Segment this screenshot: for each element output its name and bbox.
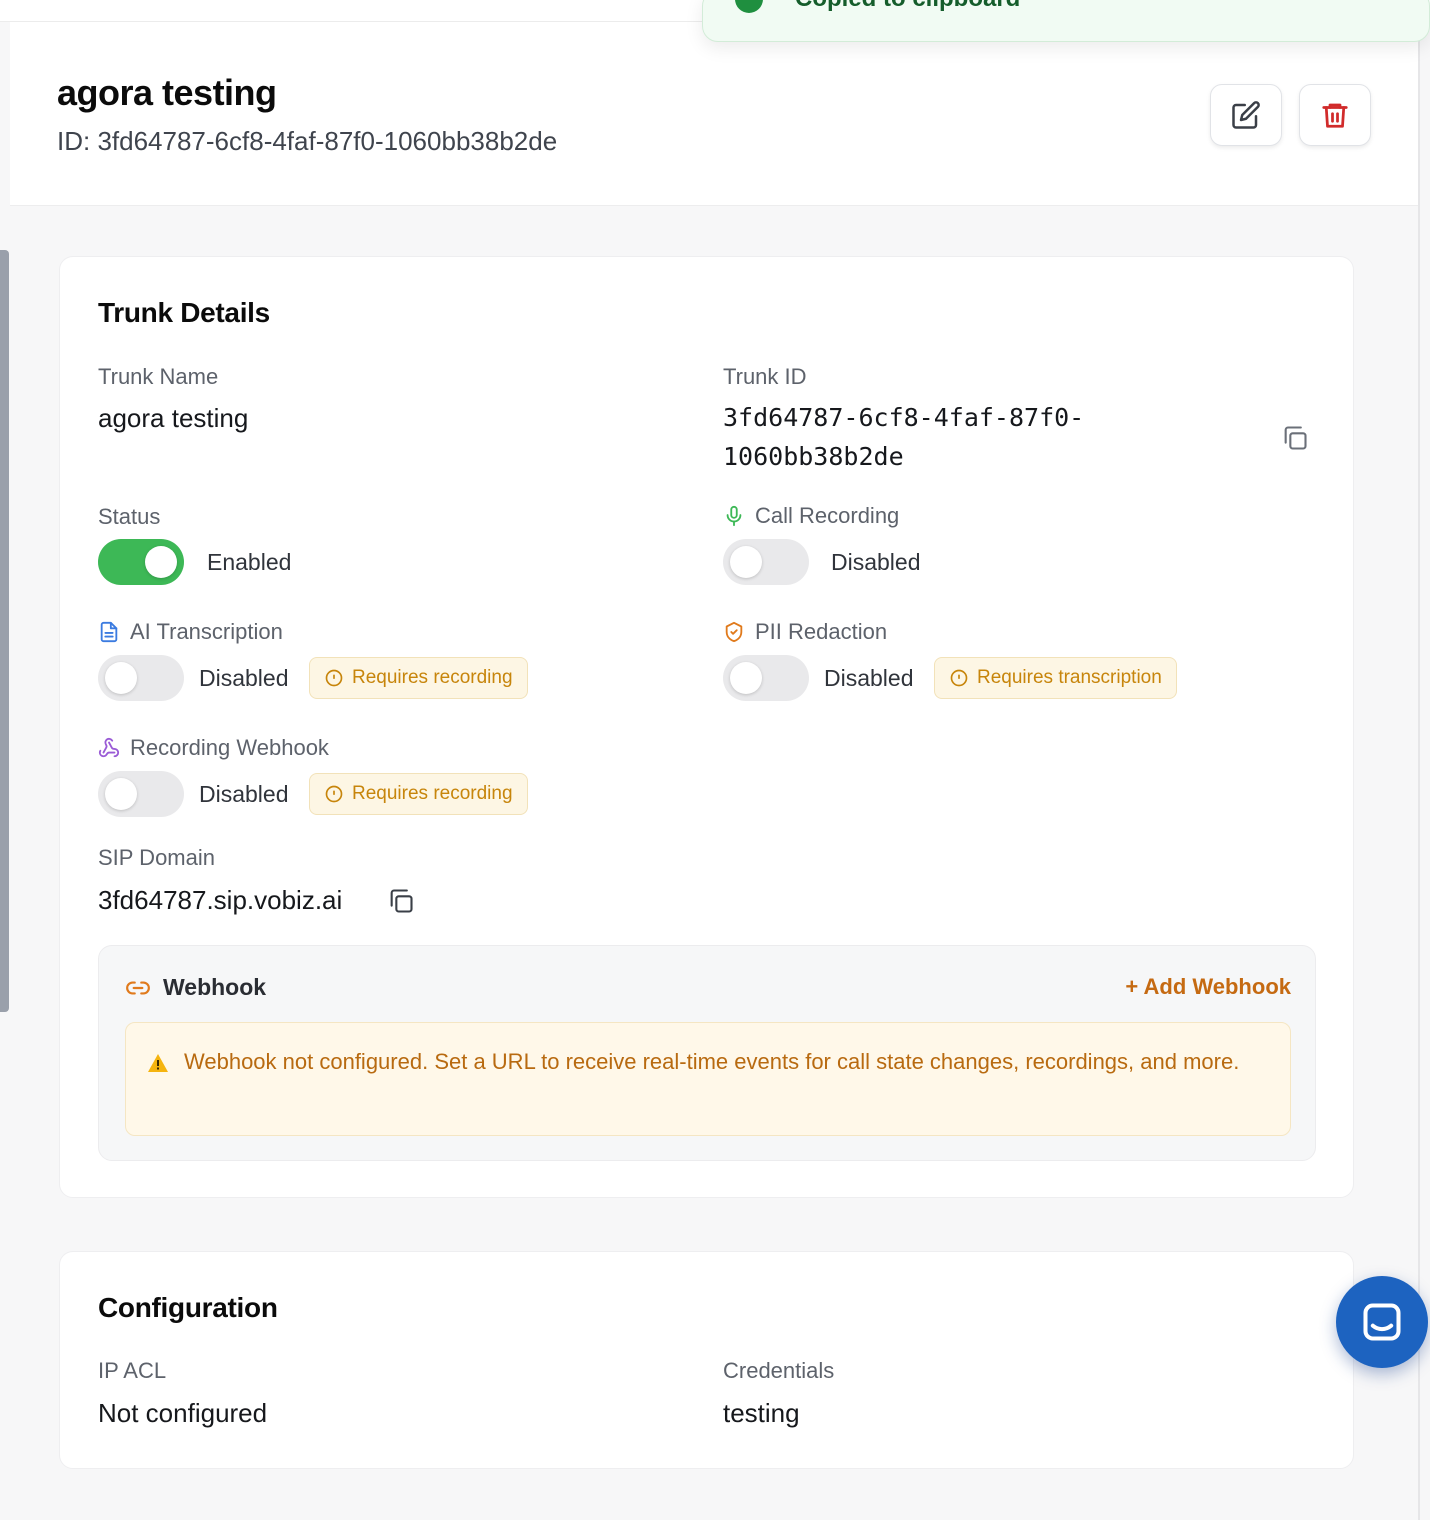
credentials-label: Credentials — [723, 1358, 834, 1384]
trunk-id-value: 3fd64787-6cf8-4faf-87f0- 1060bb38b2de — [723, 398, 1084, 476]
pii-redaction-label-text: PII Redaction — [755, 619, 888, 644]
card-title: Configuration — [98, 1292, 278, 1323]
requires-recording-badge: Requires recording — [309, 773, 528, 815]
page-title: agora testing — [57, 72, 277, 113]
webhook-warning-text: Webhook not configured. Set a URL to rec… — [184, 1049, 1240, 1074]
toggle-knob — [145, 546, 177, 578]
toast-notification: Copied to clipboard — [702, 0, 1430, 42]
call-recording-label: Call Recording — [723, 503, 899, 529]
ai-transcription-state: Disabled — [199, 665, 289, 691]
warning-triangle-icon — [148, 1054, 168, 1072]
copy-icon[interactable] — [387, 887, 415, 915]
call-recording-state: Disabled — [831, 549, 921, 575]
edit-button[interactable] — [1210, 84, 1282, 146]
success-check-icon — [735, 0, 763, 13]
webhook-warning: Webhook not configured. Set a URL to rec… — [125, 1022, 1291, 1136]
trash-icon — [1322, 103, 1348, 128]
pencil-square-icon — [1232, 101, 1260, 129]
trunk-id-label-text: Trunk ID — [723, 364, 807, 389]
ai-transcription-toggle[interactable] — [98, 655, 184, 701]
shield-icon — [725, 621, 743, 643]
toast-text: Copied to clipboard — [795, 0, 1020, 13]
call-recording-label-text: Call Recording — [755, 503, 900, 528]
ip-acl-label: IP ACL — [98, 1358, 166, 1384]
page-id: ID: 3fd64787-6cf8-4faf-87f0-1060bb38b2de — [57, 126, 558, 156]
trunk-name-value: agora testing — [98, 403, 249, 433]
toggle-knob — [730, 662, 762, 694]
toggle-knob — [105, 662, 137, 694]
info-icon — [950, 669, 968, 687]
requires-transcription-badge: Requires transcription — [934, 657, 1177, 699]
status-toggle[interactable] — [98, 539, 184, 585]
call-recording-toggle[interactable] — [723, 539, 809, 585]
trunk-details-card: Trunk Details Trunk Name agora testing T… — [59, 256, 1354, 1198]
trunk-id-line-1: 3fd64787-6cf8-4faf-87f0- — [723, 403, 1085, 432]
webhook-icon — [98, 737, 120, 758]
sidebar-scrollbar[interactable] — [0, 250, 9, 1012]
trunk-name-label: Trunk Name — [98, 364, 218, 390]
credentials-value: testing — [723, 1398, 800, 1428]
sip-domain-label-text: SIP Domain — [98, 845, 215, 870]
recording-webhook-state: Disabled — [199, 781, 289, 807]
toggle-knob — [730, 546, 762, 578]
sip-domain-value: 3fd64787.sip.vobiz.ai — [98, 885, 343, 915]
delete-button[interactable] — [1299, 84, 1371, 146]
info-icon — [325, 669, 343, 687]
trunk-id-line-2: 1060bb38b2de — [723, 442, 904, 471]
ai-transcription-label-text: AI Transcription — [130, 619, 283, 644]
webhook-section: Webhook + Add Webhook Webhook not config… — [98, 945, 1316, 1161]
badge-text: Requires recording — [352, 667, 513, 688]
badge-text: Requires recording — [352, 783, 513, 804]
pii-redaction-label: PII Redaction — [723, 619, 887, 645]
copy-icon[interactable] — [1281, 424, 1309, 452]
sip-domain-label: SIP Domain — [98, 845, 215, 871]
chat-icon — [1363, 1303, 1401, 1341]
chat-launcher-button[interactable] — [1336, 1276, 1428, 1368]
recording-webhook-label: Recording Webhook — [98, 735, 329, 761]
info-icon — [325, 785, 343, 803]
add-webhook-button[interactable]: + Add Webhook — [1125, 974, 1291, 1000]
toggle-knob — [105, 778, 137, 810]
ai-transcription-label: AI Transcription — [98, 619, 283, 645]
pii-redaction-toggle[interactable] — [723, 655, 809, 701]
webhook-title-text: Webhook — [163, 974, 267, 1000]
ip-acl-label-text: IP ACL — [98, 1358, 167, 1383]
pii-redaction-state: Disabled — [824, 665, 914, 691]
requires-recording-badge: Requires recording — [309, 657, 528, 699]
microphone-icon — [726, 505, 742, 527]
badge-text: Requires transcription — [977, 667, 1162, 688]
trunk-id-label: Trunk ID — [723, 364, 807, 390]
document-icon — [100, 621, 118, 643]
webhook-title: Webhook — [125, 974, 266, 1001]
credentials-label-text: Credentials — [723, 1358, 835, 1383]
link-icon — [126, 981, 150, 994]
recording-webhook-label-text: Recording Webhook — [130, 735, 329, 760]
ip-acl-value: Not configured — [98, 1398, 268, 1428]
trunk-name-label-text: Trunk Name — [98, 364, 219, 389]
page-header: agora testing ID: 3fd64787-6cf8-4faf-87f… — [10, 22, 1418, 206]
configuration-card: Configuration IP ACL Not configured Cred… — [59, 1251, 1354, 1469]
status-label: Status — [98, 504, 160, 530]
status-state: Enabled — [207, 549, 292, 575]
status-label-text: Status — [98, 504, 161, 529]
card-title: Trunk Details — [98, 297, 270, 328]
recording-webhook-toggle[interactable] — [98, 771, 184, 817]
